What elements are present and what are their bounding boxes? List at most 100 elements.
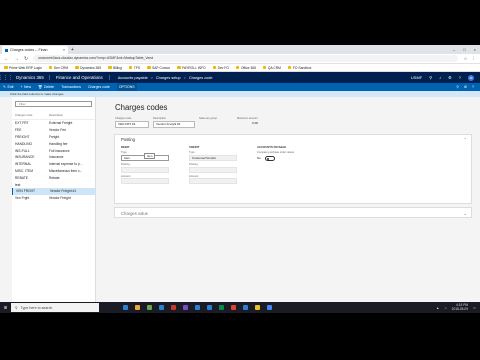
list-item[interactable]: INS-FULL Full insurance (12, 147, 95, 154)
debit-type-value: Item (124, 155, 131, 160)
help-icon[interactable]: ? (472, 85, 474, 89)
chevron-up-icon[interactable]: ⌃ (464, 137, 467, 142)
browser-tab[interactable]: Charges codes -- Finan × (2, 46, 68, 54)
search-icon[interactable]: ⚲ (429, 75, 432, 80)
list-item-code: FEE (15, 128, 22, 133)
debit-type-select[interactable]: Item Item (121, 152, 169, 161)
charges-code-tab[interactable]: Charges code (88, 85, 110, 89)
notification-icon[interactable]: ▭ (473, 306, 476, 310)
bookmark-item[interactable]: FO Sandbox (287, 66, 311, 70)
bookmark-item[interactable]: Dynamics 365 (75, 66, 101, 70)
description-input[interactable]: Vendor Freight #1 (153, 121, 195, 128)
taskbar-app-icon[interactable] (171, 305, 176, 310)
delete-button[interactable]: 🗑 Delete (38, 85, 54, 89)
compare-po-toggle[interactable]: No (257, 156, 327, 161)
bookmark-item[interactable]: Dev FO (212, 66, 229, 70)
list-item[interactable]: test (12, 181, 95, 188)
network-icon[interactable]: ▲ (436, 306, 439, 310)
taskbar-app-icon[interactable] (207, 305, 212, 310)
bookmark-item[interactable]: PAYROLL INFO (177, 66, 206, 70)
breadcrumb-item[interactable]: Charges setup (156, 76, 181, 80)
reload-icon[interactable]: ↻ (24, 56, 28, 62)
volume-icon[interactable]: ♫ (444, 306, 446, 310)
column-header-code[interactable]: Charges code (15, 113, 49, 117)
list-item[interactable]: INSURANCE Insurance (12, 154, 95, 161)
charges-value-fasttab: Charges value ⌄ (114, 207, 472, 218)
list-item[interactable]: VEN FRGHT Vendor Freight #1 (12, 187, 95, 195)
column-header-description[interactable]: Description (49, 113, 92, 117)
list-item[interactable]: INTERNAL Internal expense to p... (12, 161, 95, 168)
transactions-tab[interactable]: Transactions (61, 85, 81, 89)
bookmark-item[interactable]: Prime Web ERP Login (4, 66, 42, 70)
gear-icon[interactable]: ⚙ (464, 85, 467, 89)
taskbar-app-icon[interactable] (243, 305, 248, 310)
new-button[interactable]: + New (20, 85, 31, 89)
help-icon[interactable]: ? (459, 75, 461, 80)
list-item[interactable]: EXT FRT External Freight (12, 120, 95, 127)
charges-value-fasttab-header[interactable]: Charges value ⌄ (115, 208, 471, 219)
charges-code-input[interactable]: VEN FRT #1 (115, 121, 149, 128)
chevron-down-icon[interactable]: ⌄ (464, 211, 467, 216)
gear-icon[interactable]: ⚙ (448, 75, 452, 80)
bookmark-item[interactable]: QA CRM (262, 66, 281, 70)
breadcrumb-item[interactable]: Charges code (189, 76, 213, 80)
debit-account-field[interactable] (121, 178, 169, 185)
close-window-button[interactable]: × (474, 47, 476, 52)
product-name[interactable]: Dynamics 365 (11, 75, 50, 80)
breadcrumb: Accounts payable > Charges setup > Charg… (110, 76, 213, 80)
edit-button[interactable]: ✎ Edit (3, 85, 13, 89)
list-item[interactable]: FREIGHT Freight (12, 134, 95, 141)
app-launcher-icon[interactable]: ⋮⋮⋮ (0, 72, 13, 83)
list-item[interactable]: HANDLING Handling fee (12, 140, 95, 147)
credit-type-select[interactable]: Customer/Vendor (189, 154, 237, 161)
search-icon[interactable]: ⚲ (456, 85, 459, 89)
debit-posting-field[interactable] (121, 166, 169, 173)
menu-dots-icon[interactable]: ⋮ (472, 56, 477, 62)
tab-close-icon[interactable]: × (63, 48, 65, 52)
taskbar-search-input[interactable]: ⚲ Type here to search (11, 303, 99, 312)
star-icon[interactable]: ☆ (463, 56, 467, 62)
list-item[interactable]: Ven Frght Vendor Freight (12, 195, 95, 202)
list-item[interactable]: FEE Vendor Fee (12, 127, 95, 134)
maximum-amount-value[interactable]: 0.00 (237, 121, 271, 128)
minimize-button[interactable]: – (453, 47, 455, 52)
list-item[interactable]: REBATE Rebate (12, 174, 95, 181)
clock[interactable]: 4:15 PM 2018-05-09 (451, 303, 468, 312)
breadcrumb-item[interactable]: Accounts payable (118, 76, 148, 80)
toggle-switch[interactable] (264, 156, 275, 161)
filter-input[interactable]: Filter (15, 101, 92, 107)
credit-posting-field[interactable] (189, 166, 237, 173)
sales-tax-group-value[interactable] (199, 121, 233, 128)
back-arrow-icon[interactable]: ← (4, 56, 9, 62)
taskbar-app-icon[interactable] (123, 305, 128, 310)
start-button[interactable]: ⊞ (0, 302, 11, 313)
taskbar-app-icon[interactable] (183, 305, 188, 310)
clock-date: 2018-05-09 (451, 306, 468, 311)
module-name[interactable]: Finance and Operations (50, 75, 110, 80)
bookmark-item[interactable]: SAP Concur (147, 66, 170, 70)
taskbar-app-icon[interactable] (159, 305, 164, 310)
taskbar-app-icon[interactable] (195, 305, 200, 310)
d365-navigation-bar: ⋮⋮⋮ Dynamics 365 Finance and Operations … (0, 72, 480, 83)
taskbar-app-icon[interactable] (147, 305, 152, 310)
taskbar-app-icon[interactable] (231, 305, 236, 310)
credit-account-field[interactable] (189, 178, 237, 185)
taskbar-app-icon[interactable] (219, 305, 224, 310)
list-item[interactable]: MISC. ITEM Miscellaneous item c... (12, 168, 95, 175)
taskbar-app-icon[interactable] (135, 305, 140, 310)
url-input[interactable]: usnconeb3aos.cloudax.dynamics.com/?cmp=U… (33, 55, 459, 62)
taskbar-app-icon[interactable] (255, 305, 260, 310)
taskbar-app-icon[interactable] (267, 305, 272, 310)
bell-icon[interactable]: ♪ (439, 75, 441, 80)
maximize-button[interactable]: □ (463, 47, 465, 52)
bookmark-item[interactable]: TFS (128, 66, 140, 70)
options-tab[interactable]: OPTIONS (116, 83, 137, 91)
forward-arrow-icon[interactable]: → (14, 56, 19, 62)
bookmark-item[interactable]: Office 365 (235, 66, 256, 70)
new-tab-button[interactable]: + (71, 46, 74, 54)
posting-fasttab-header[interactable]: Posting ⌃ (115, 135, 471, 144)
bookmark-item[interactable]: Dev CRM (48, 66, 68, 70)
avatar[interactable]: JK (468, 74, 474, 81)
bookmark-item[interactable]: Billing (108, 66, 122, 70)
company-picker[interactable]: USMF (411, 75, 422, 80)
